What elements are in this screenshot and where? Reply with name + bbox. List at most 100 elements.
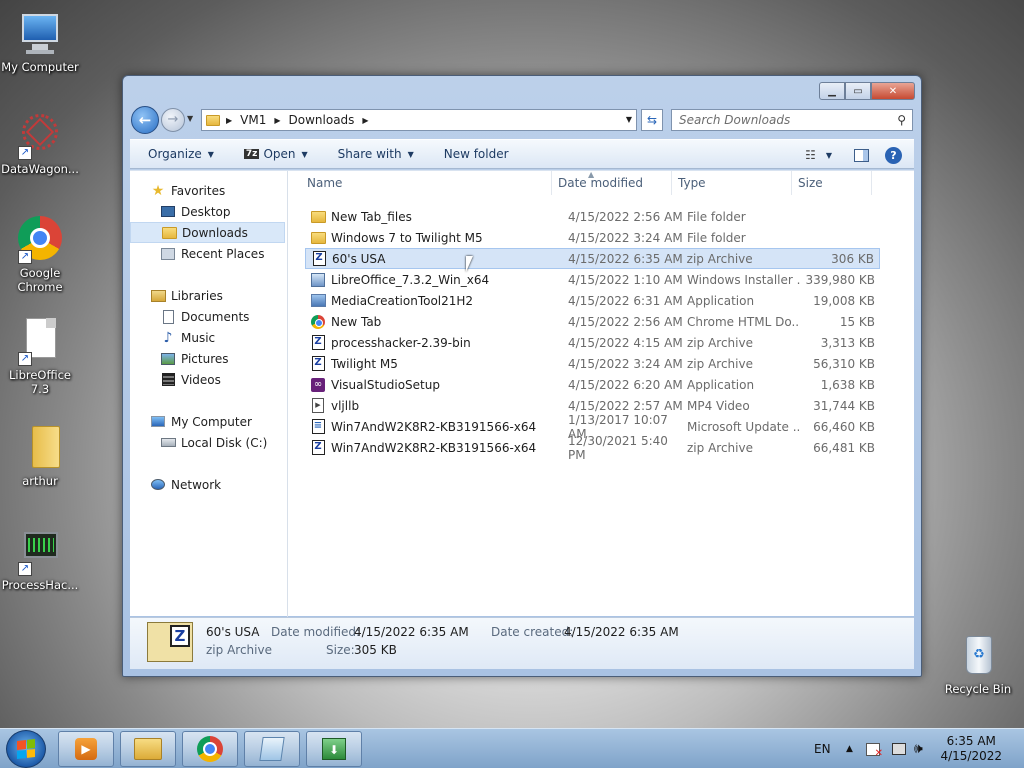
window-controls: ▁ ▭ ✕ [819, 82, 915, 100]
zip-archive-icon: Z [310, 335, 326, 351]
file-row[interactable]: ∞ VisualStudioSetup 4/15/2022 6:20 AM Appli… [305, 374, 880, 395]
share-with-button[interactable]: Share with ▼ [338, 147, 414, 161]
network-tray-icon[interactable] [892, 729, 906, 768]
clock[interactable]: 6:35 AM 4/15/2022 [940, 734, 1002, 764]
desktop-icon-arthur[interactable]: arthur [0, 424, 80, 488]
nav-label: Recent Places [181, 246, 265, 261]
breadcrumb-chevron-icon[interactable]: ▶ [226, 116, 232, 125]
breadcrumb-chevron-icon[interactable]: ▶ [362, 116, 368, 125]
address-bar[interactable]: ▶ VM1 ▶ Downloads ▶ ▼ [201, 109, 637, 131]
file-date: 4/15/2022 3:24 AM [568, 230, 683, 245]
nav-pictures[interactable]: Pictures [130, 348, 287, 369]
desktop-icon-my-computer[interactable]: My Computer [0, 10, 80, 74]
column-type[interactable]: Type [672, 171, 792, 195]
preview-pane-icon[interactable] [854, 148, 869, 162]
language-indicator[interactable]: EN [814, 729, 831, 768]
desktop-icon-label: arthur [22, 474, 58, 488]
organize-button[interactable]: Organize ▼ [148, 147, 214, 161]
taskbar-explorer[interactable] [120, 731, 176, 767]
forward-button[interactable]: → [161, 108, 185, 132]
show-hidden-icons[interactable]: ▲ [846, 729, 853, 768]
file-row[interactable]: New Tab_files 4/15/2022 2:56 AM File folde… [305, 206, 880, 227]
nav-network[interactable]: Network [130, 474, 287, 495]
address-dropdown-icon[interactable]: ▼ [626, 115, 632, 124]
desktop-icon-processhacker[interactable]: ↗ ProcessHac... [0, 528, 80, 592]
search-icon[interactable]: ⚲ [897, 113, 906, 127]
drive-icon [160, 435, 176, 451]
back-button[interactable]: ← [131, 106, 159, 134]
breadcrumb-vm1[interactable]: VM1 [240, 113, 266, 127]
search-input[interactable]: Search Downloads ⚲ [671, 109, 913, 131]
maximize-button[interactable]: ▭ [845, 82, 871, 100]
file-name: VisualStudioSetup [331, 377, 440, 392]
breadcrumb-downloads[interactable]: Downloads [289, 113, 355, 127]
downloads-folder-icon [161, 225, 177, 241]
column-date-modified[interactable]: Date modified [552, 171, 672, 195]
taskbar-app[interactable] [244, 731, 300, 767]
zip-archive-icon: Z [310, 440, 326, 456]
nav-favorites[interactable]: ★ Favorites [130, 180, 287, 201]
navigation-pane: ★ Favorites Desktop Downloads Recent Pla… [130, 171, 288, 617]
computer-icon [150, 414, 166, 430]
file-row[interactable]: New Tab 4/15/2022 2:56 AM Chrome HTML Do..… [305, 311, 880, 332]
desktop-icon-recycle-bin[interactable]: ♻ Recycle Bin [938, 632, 1018, 696]
nav-libraries[interactable]: Libraries [130, 285, 287, 306]
nav-recent-places[interactable]: Recent Places [130, 243, 287, 264]
open-button[interactable]: 7z Open ▼ [243, 147, 308, 161]
installer-icon: ⬇ [322, 738, 346, 760]
file-name-cell: Z 60's USA [306, 251, 567, 267]
file-row[interactable]: MediaCreationTool21H2 4/15/2022 6:31 AM Ap… [305, 290, 880, 311]
close-button[interactable]: ✕ [871, 82, 915, 100]
music-icon: ♪ [163, 329, 173, 346]
view-options-icon[interactable]: ☷ [805, 148, 816, 162]
nav-videos[interactable]: Videos [130, 369, 287, 390]
file-row[interactable]: Zprocesshacker-2.39-bin 4/15/2022 4:15 AM… [305, 332, 880, 353]
action-center-icon[interactable]: ✕ [866, 729, 883, 768]
new-folder-button[interactable]: New folder [444, 147, 509, 161]
video-file-icon: ▶ [310, 398, 326, 414]
chrome-html-icon [310, 314, 326, 330]
taskbar-media-player[interactable]: ▶ [58, 731, 114, 767]
nav-local-disk[interactable]: Local Disk (C:) [130, 432, 287, 453]
taskbar-installer[interactable]: ⬇ [306, 731, 362, 767]
file-row[interactable]: Z 60's USA 4/15/2022 6:35 AM zip Archive 306… [305, 248, 880, 269]
file-name: 60's USA [332, 251, 386, 266]
volume-icon[interactable]: 🕪 [914, 729, 923, 768]
file-row[interactable]: Windows 7 to Twilight M5 4/15/2022 3:24 A… [305, 227, 880, 248]
details-size-label: Size: [326, 643, 355, 657]
nav-label: Local Disk (C:) [181, 435, 268, 450]
chevron-down-icon[interactable]: ▼ [826, 151, 832, 160]
column-name[interactable]: Name [290, 171, 552, 195]
desktop-icon-google-chrome[interactable]: ↗ Google Chrome [0, 216, 80, 294]
file-size: 19,008 KB [813, 293, 875, 308]
start-button[interactable] [6, 730, 46, 768]
nav-my-computer[interactable]: My Computer [130, 411, 287, 432]
new-folder-label: New folder [443, 147, 509, 161]
column-size[interactable]: Size [792, 171, 872, 195]
nav-label: Pictures [181, 351, 229, 366]
search-placeholder: Search Downloads [679, 113, 791, 127]
nav-downloads[interactable]: Downloads [130, 222, 285, 243]
nav-music[interactable]: ♪ Music [130, 327, 287, 348]
file-name-cell: Z Win7AndW2K8R2-KB3191566-x64 [305, 440, 567, 456]
file-row[interactable]: Z Twilight M5 4/15/2022 3:24 AM zip Archive… [305, 353, 880, 374]
minimize-button[interactable]: ▁ [819, 82, 845, 100]
refresh-button[interactable]: ⇆ [641, 109, 663, 131]
file-size: 15 KB [839, 314, 875, 329]
file-row[interactable]: Z Win7AndW2K8R2-KB3191566-x64 12/30/2021 5… [305, 434, 880, 462]
file-size: 31,744 KB [813, 398, 875, 413]
column-headers: ▲ Name Date modified Type Size [290, 170, 914, 195]
recent-pages-dropdown[interactable]: ▼ [187, 114, 193, 123]
taskbar-chrome[interactable] [182, 731, 238, 767]
desktop-icon-datawagon[interactable]: ↗ DataWagon... [0, 108, 80, 176]
help-icon[interactable]: ? [885, 146, 902, 164]
nav-desktop[interactable]: Desktop [130, 201, 287, 222]
nav-documents[interactable]: Documents [130, 306, 287, 327]
arrow-left-icon: ← [138, 111, 152, 129]
recent-places-icon [160, 246, 176, 262]
file-row[interactable]: LibreOffice_7.3.2_Win_x64 4/15/2022 1:10 … [305, 269, 880, 290]
desktop-icon [160, 204, 176, 220]
file-name: Windows 7 to Twilight M5 [331, 230, 483, 245]
desktop-icon-libreoffice[interactable]: ↗ LibreOffice 7.3 [0, 318, 80, 396]
breadcrumb-chevron-icon[interactable]: ▶ [274, 116, 280, 125]
